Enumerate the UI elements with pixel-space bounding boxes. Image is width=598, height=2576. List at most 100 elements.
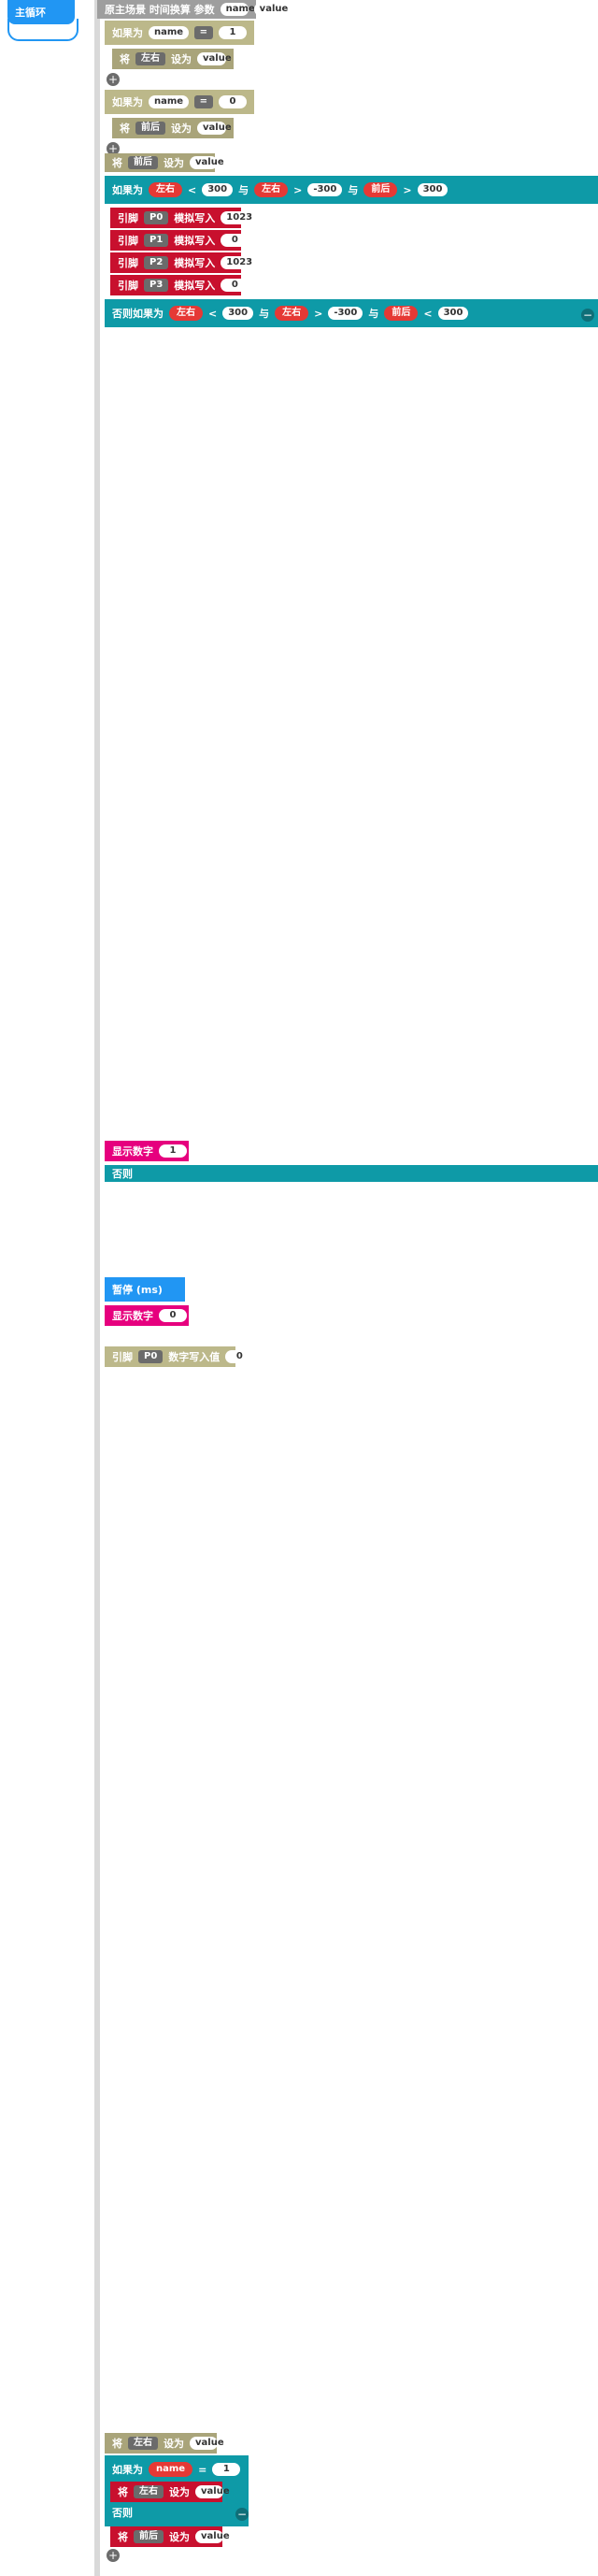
eq-op[interactable]: = [193, 26, 213, 39]
cond-cv-1[interactable]: 300 [417, 183, 448, 196]
cond-a-2[interactable]: 左右 [169, 306, 203, 321]
bottom-remove-icon[interactable]: − [235, 2508, 249, 2521]
pin-val-0[interactable]: 0 [221, 234, 249, 247]
var-back-2[interactable]: 前后 [128, 156, 158, 169]
cond-label-2: 否则如果为 [112, 308, 164, 320]
set-label-3: 将 [112, 157, 122, 169]
value-var-2[interactable]: value [197, 122, 232, 135]
pin-label-d: 引脚 [118, 280, 138, 292]
cond-b-2[interactable]: 左右 [275, 306, 309, 321]
pin-row-1b[interactable]: 引脚 P1 模拟写入 0 [110, 230, 249, 251]
bottom-set-back[interactable]: 将 前后 设为 value [110, 2526, 230, 2547]
bottom-set-back-val[interactable]: value [195, 2530, 230, 2543]
workspace: 主循环 原主场景 时间换算 参数 name value 如果为 name = 1… [0, 0, 598, 2576]
hat-label: 主循环 [15, 7, 46, 19]
show-number-block-2[interactable]: 显示数字 0 [105, 1305, 189, 1326]
bottom-add-block-icon[interactable]: + [107, 2549, 120, 2562]
cond-bv-1[interactable]: -300 [307, 183, 343, 196]
cond-ao-2: < [208, 307, 218, 320]
cond-co-1: > [403, 183, 412, 196]
cond-av-1[interactable]: 300 [202, 183, 234, 196]
bottom-else-label: 否则 [112, 2507, 133, 2519]
remove-condition-icon-2[interactable]: − [581, 309, 594, 322]
cond-b-1[interactable]: 左右 [254, 182, 289, 197]
and-1: 与 [238, 184, 249, 196]
pin-val-1023[interactable]: 1023 [221, 211, 252, 224]
pin-val-0b[interactable]: 0 [221, 279, 249, 292]
cond-ao-1: < [188, 183, 197, 196]
pin-row-1d[interactable]: 引脚 P3 模拟写入 0 [110, 275, 249, 295]
add-block-icon[interactable]: + [107, 73, 120, 86]
cond-cv-2[interactable]: 300 [437, 307, 469, 320]
hat-foot [7, 19, 78, 41]
pin-p0[interactable]: P0 [144, 211, 169, 224]
name-var[interactable]: name [149, 26, 189, 39]
param-name[interactable]: name [220, 3, 255, 16]
pin-p3[interactable]: P3 [144, 279, 169, 292]
bottom-name[interactable]: name [149, 2462, 193, 2477]
show-number-val-1[interactable]: 1 [159, 1144, 187, 1158]
set-label: 将 [120, 53, 130, 65]
pin-val-1023b[interactable]: 1023 [221, 256, 252, 269]
set-var-block[interactable]: 将 左右 设为 value [112, 49, 234, 69]
set-var-block-2[interactable]: 将 前后 设为 value [112, 118, 234, 138]
to-label-2: 设为 [171, 122, 192, 135]
show-number-label-2: 显示数字 [112, 1310, 153, 1322]
if-label-2: 如果为 [112, 96, 143, 108]
cond-c-1[interactable]: 前后 [363, 182, 398, 197]
bottom-set-front-val[interactable]: value [195, 2485, 230, 2498]
condition-row-2[interactable]: 否则如果为 左右 < 300 与 左右 > -300 与 前后 < 300 [105, 303, 591, 324]
bottom-value[interactable]: value [190, 2437, 224, 2450]
pin-p2[interactable]: P2 [144, 256, 169, 269]
bottom-set-back-var[interactable]: 前后 [134, 2530, 164, 2543]
show-number-val-2[interactable]: 0 [159, 1309, 187, 1322]
pause-block[interactable]: 暂停 (ms) [105, 1277, 185, 1302]
name-var-2[interactable]: name [149, 95, 189, 108]
if-label: 如果为 [112, 27, 143, 39]
set-label-2: 将 [120, 122, 130, 135]
bottom-op: = [198, 2463, 207, 2476]
cond-c-2[interactable]: 前后 [384, 306, 419, 321]
cond-bv-2[interactable]: -300 [328, 307, 363, 320]
value-var-3[interactable]: value [190, 156, 224, 169]
function-def-label: 原主场景 时间换算 参数 [105, 4, 215, 16]
pin-label: 引脚 [118, 212, 138, 224]
cond-a-1[interactable]: 左右 [149, 182, 182, 197]
pin-row-1c[interactable]: 引脚 P2 模拟写入 1023 [110, 252, 252, 273]
to-label-3: 设为 [164, 157, 184, 169]
bottom-set-back-label: 将 [118, 2531, 128, 2543]
digital-write-block-1[interactable]: 引脚 P0 数字写入值 0 [105, 1346, 254, 1367]
bottom-if-label: 如果为 [112, 2464, 143, 2476]
bottom-set-front[interactable]: 将 左右 设为 value [110, 2482, 230, 2502]
dw-val-1[interactable]: 0 [225, 1350, 254, 1363]
pin-label-b: 引脚 [118, 235, 138, 247]
param-value[interactable]: value [253, 3, 288, 16]
bottom-set-front-label: 将 [118, 2486, 128, 2498]
and-2b: 与 [368, 308, 379, 320]
dw-action-1: 数字写入值 [168, 1351, 221, 1363]
if-block-2[interactable]: 如果为 name = 0 [105, 90, 254, 114]
var-back[interactable]: 前后 [135, 122, 165, 135]
bottom-front[interactable]: 左右 [128, 2437, 158, 2450]
condition-row-1[interactable]: 如果为 左右 < 300 与 左右 > -300 与 前后 > 300 [105, 180, 591, 200]
set-var-block-3[interactable]: 将 前后 设为 value [105, 153, 224, 172]
var-front[interactable]: 左右 [135, 52, 165, 65]
dw-pin-1[interactable]: P0 [138, 1350, 164, 1363]
pin-row-1a[interactable]: 引脚 P0 模拟写入 1023 [110, 208, 252, 228]
bottom-else-row[interactable]: 否则 [105, 2504, 245, 2521]
if-block[interactable]: 如果为 name = 1 [105, 21, 254, 45]
show-number-label-1: 显示数字 [112, 1145, 153, 1158]
cond-av-2[interactable]: 300 [222, 307, 254, 320]
value-0[interactable]: 0 [219, 95, 247, 108]
pin-p1[interactable]: P1 [144, 234, 169, 247]
eq-op-2[interactable]: = [193, 95, 213, 108]
bottom-v[interactable]: 1 [212, 2463, 241, 2476]
else-row[interactable]: 否则 [105, 1165, 292, 1182]
function-def-block[interactable]: 原主场景 时间换算 参数 name value [97, 0, 288, 19]
value-1[interactable]: 1 [219, 26, 247, 39]
bottom-if-row[interactable]: 如果为 name = 1 [105, 2459, 245, 2480]
bottom-set-var[interactable]: 将 左右 设为 value [105, 2433, 224, 2454]
value-var[interactable]: value [197, 52, 232, 65]
bottom-set-front-var[interactable]: 左右 [134, 2485, 164, 2498]
show-number-block-1[interactable]: 显示数字 1 [105, 1141, 189, 1161]
